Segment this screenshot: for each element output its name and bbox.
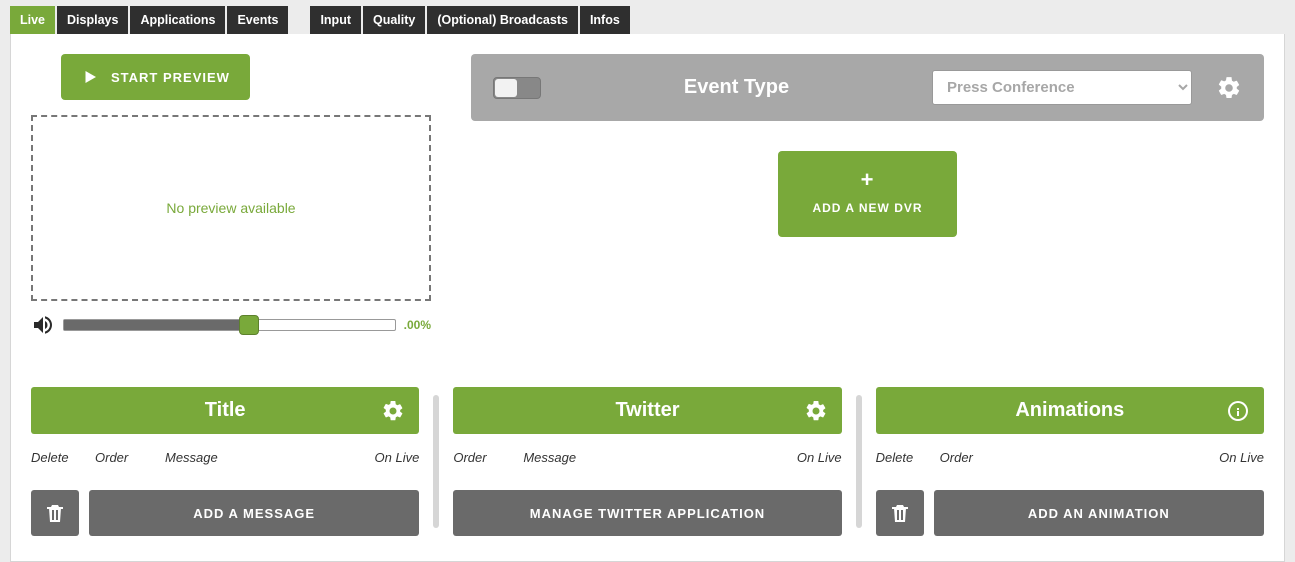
- tab-infos[interactable]: Infos: [580, 6, 630, 34]
- plus-icon: +: [861, 169, 875, 191]
- col-onlive: On Live: [375, 450, 420, 465]
- card-twitter: Twitter Order Message On Live MANAGE TWI…: [453, 387, 841, 536]
- volume-slider[interactable]: [63, 319, 396, 331]
- gear-icon[interactable]: [381, 399, 405, 423]
- gear-icon[interactable]: [1216, 75, 1242, 101]
- col-order: Order: [95, 450, 165, 465]
- volume-percent: .00%: [404, 318, 431, 332]
- start-preview-button[interactable]: START PREVIEW: [61, 54, 250, 100]
- twitter-columns: Order Message On Live: [453, 434, 841, 476]
- manage-twitter-button[interactable]: MANAGE TWITTER APPLICATION: [453, 490, 841, 536]
- col-message: Message: [523, 450, 797, 465]
- animations-columns: Delete Order On Live: [876, 434, 1264, 476]
- tab-applications[interactable]: Applications: [130, 6, 225, 34]
- trash-icon: [43, 501, 67, 525]
- animations-trash-button[interactable]: [876, 490, 924, 536]
- tab-input[interactable]: Input: [310, 6, 361, 34]
- add-dvr-button[interactable]: + ADD A NEW DVR: [778, 151, 956, 237]
- col-message: Message: [165, 450, 375, 465]
- event-type-label: Event Type: [565, 76, 908, 99]
- tab-events[interactable]: Events: [227, 6, 288, 34]
- preview-area: No preview available: [31, 115, 431, 301]
- col-order: Order: [453, 450, 523, 465]
- trash-icon: [888, 501, 912, 525]
- main-panel: START PREVIEW No preview available .00%: [10, 34, 1285, 562]
- add-message-button[interactable]: ADD A MESSAGE: [89, 490, 419, 536]
- title-trash-button[interactable]: [31, 490, 79, 536]
- volume-thumb[interactable]: [239, 315, 259, 335]
- card-animations-header: Animations: [876, 387, 1264, 434]
- add-animation-button[interactable]: ADD AN ANIMATION: [934, 490, 1264, 536]
- info-icon[interactable]: [1226, 399, 1250, 423]
- no-preview-text: No preview available: [166, 200, 295, 216]
- title-columns: Delete Order Message On Live: [31, 434, 419, 476]
- tab-broadcasts[interactable]: (Optional) Broadcasts: [427, 6, 578, 34]
- start-preview-label: START PREVIEW: [111, 70, 230, 85]
- card-title: Title Delete Order Message On Live ADD A…: [31, 387, 419, 536]
- event-type-select[interactable]: Press Conference: [932, 70, 1192, 105]
- tab-quality[interactable]: Quality: [363, 6, 425, 34]
- col-delete: Delete: [31, 450, 95, 465]
- col-onlive: On Live: [797, 450, 842, 465]
- card-title-header: Title: [31, 387, 419, 434]
- col-order: Order: [940, 450, 1010, 465]
- card-animations: Animations Delete Order On Live ADD AN A…: [876, 387, 1264, 536]
- add-dvr-label: ADD A NEW DVR: [812, 201, 922, 215]
- card-twitter-header: Twitter: [453, 387, 841, 434]
- speaker-icon: [31, 313, 55, 337]
- card-title-heading: Title: [205, 399, 246, 422]
- col-onlive: On Live: [1219, 450, 1264, 465]
- event-type-bar: Event Type Press Conference: [471, 54, 1264, 121]
- tab-displays[interactable]: Displays: [57, 6, 128, 34]
- tabs-bar: Live Displays Applications Events Input …: [10, 6, 1285, 34]
- gear-icon[interactable]: [804, 399, 828, 423]
- play-icon: [81, 68, 99, 86]
- tab-live[interactable]: Live: [10, 6, 55, 34]
- card-animations-heading: Animations: [1015, 399, 1124, 422]
- volume-row: .00%: [31, 313, 431, 337]
- col-delete: Delete: [876, 450, 940, 465]
- event-toggle[interactable]: [493, 77, 541, 99]
- card-twitter-heading: Twitter: [615, 399, 679, 422]
